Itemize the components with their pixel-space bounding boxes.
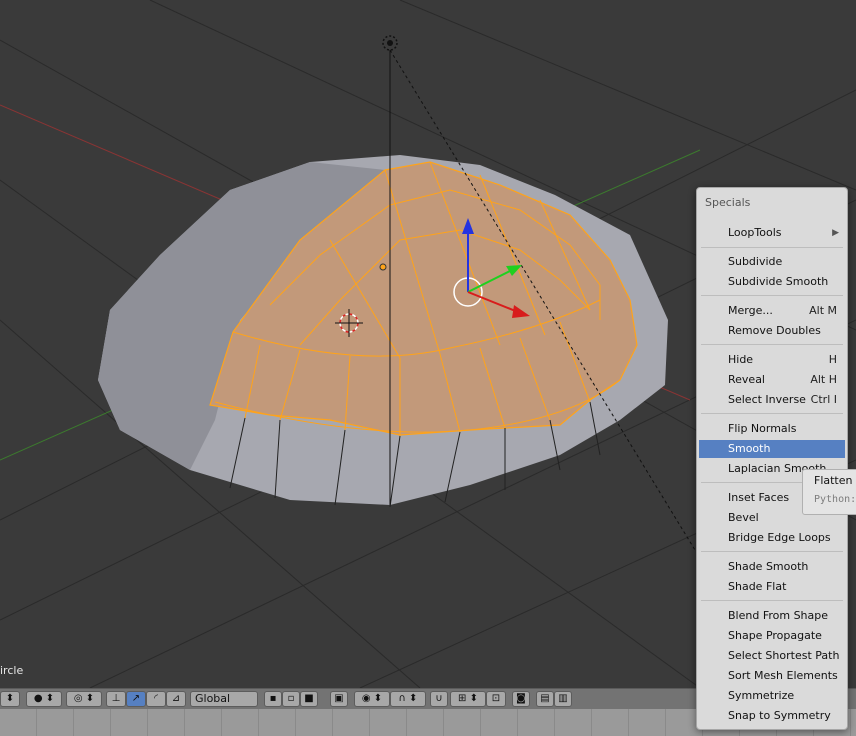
translate-arrow-icon: ↗	[131, 693, 141, 704]
tooltip: Flatten a Python:	[802, 469, 856, 515]
menu-item-snap-to-symmetry[interactable]: Snap to Symmetry	[699, 707, 845, 725]
tooltip-description: Flatten a	[814, 474, 856, 487]
menu-item-subdivide-smooth[interactable]: Subdivide Smooth	[699, 273, 845, 291]
menu-separator	[701, 413, 843, 414]
snap-target-button[interactable]: ⊡	[486, 691, 506, 707]
menu-item-flip-normals[interactable]: Flip Normals	[699, 420, 845, 438]
snap-toggle[interactable]: ∪	[430, 691, 448, 707]
render-still-button[interactable]: ▤	[536, 691, 554, 707]
camera-icon: ▤	[540, 693, 550, 704]
submenu-arrow-icon: ▶	[832, 228, 839, 238]
rotate-arc-icon: ◜	[154, 693, 158, 704]
proportional-icon: ◉ ⬍	[361, 693, 383, 704]
rotate-manipulator-button[interactable]: ◜	[146, 691, 166, 707]
menu-item-shade-smooth[interactable]: Shade Smooth	[699, 558, 845, 576]
menu-item-select-shortest-path[interactable]: Select Shortest Path	[699, 647, 845, 665]
menu-separator	[701, 247, 843, 248]
pivot-point-selector[interactable]: ◎ ⬍	[66, 691, 102, 707]
tooltip-python: Python:	[814, 494, 856, 505]
vertex-select-mode-button[interactable]: ▪	[264, 691, 282, 707]
menu-separator	[701, 344, 843, 345]
mode-selector[interactable]: ⬍	[0, 691, 20, 707]
menu-item-hide[interactable]: Hide H	[699, 351, 845, 369]
menu-item-blend-from-shape[interactable]: Blend From Shape	[699, 607, 845, 625]
object-origin-dot	[379, 263, 387, 271]
menu-title: Specials	[705, 196, 751, 209]
menu-item-sort-mesh-elements[interactable]: Sort Mesh Elements	[699, 667, 845, 685]
menu-item-merge[interactable]: Merge... Alt M	[699, 302, 845, 320]
menu-item-looptools[interactable]: LoopTools ▶	[699, 224, 845, 242]
opengl-render-button[interactable]: ◙	[512, 691, 530, 707]
snap-target-icon: ⊡	[491, 693, 501, 704]
manipulator-toggle[interactable]: ⊥	[106, 691, 126, 707]
menu-item-shade-flat[interactable]: Shade Flat	[699, 578, 845, 596]
menu-item-shape-propagate[interactable]: Shape Propagate	[699, 627, 845, 645]
solid-shading-icon: ● ⬍	[33, 693, 55, 704]
vertex-icon: ▪	[269, 693, 277, 704]
snap-increment-icon: ⊞ ⬍	[458, 693, 478, 704]
translate-manipulator-button[interactable]: ↗	[126, 691, 146, 707]
pivot-icon: ◎ ⬍	[73, 693, 95, 704]
falloff-selector[interactable]: ∩ ⬍	[390, 691, 426, 707]
menu-item-smooth[interactable]: Smooth	[699, 440, 845, 458]
proportional-editing-selector[interactable]: ◉ ⬍	[354, 691, 390, 707]
edge-icon: ▫	[287, 693, 295, 704]
render-icon: ◙	[516, 693, 526, 704]
scale-icon: ⊿	[171, 693, 181, 704]
manipulator-icon: ⊥	[111, 693, 121, 704]
falloff-curve-icon: ∩ ⬍	[398, 693, 418, 704]
magnet-icon: ∪	[435, 693, 443, 704]
menu-item-reveal[interactable]: Reveal Alt H	[699, 371, 845, 389]
specials-menu: Specials LoopTools ▶ Subdivide Subdivide …	[696, 187, 848, 730]
menu-separator	[701, 600, 843, 601]
menu-item-bridge-edge-loops[interactable]: Bridge Edge Loops	[699, 529, 845, 547]
clapperboard-icon: ▥	[558, 693, 568, 704]
transform-orientation-dropdown[interactable]: Global	[190, 691, 258, 707]
menu-item-symmetrize[interactable]: Symmetrize	[699, 687, 845, 705]
menu-separator	[701, 295, 843, 296]
menu-item-subdivide[interactable]: Subdivide	[699, 253, 845, 271]
occlude-icon: ▣	[334, 693, 344, 704]
stepper-icon: ⬍	[5, 693, 15, 704]
face-select-mode-button[interactable]: ■	[300, 691, 318, 707]
menu-separator	[701, 551, 843, 552]
render-animation-button[interactable]: ▥	[554, 691, 572, 707]
object-name-label: ircle	[0, 664, 24, 677]
limit-selection-button[interactable]: ▣	[330, 691, 348, 707]
scale-manipulator-button[interactable]: ⊿	[166, 691, 186, 707]
menu-item-select-inverse[interactable]: Select Inverse Ctrl I	[699, 391, 845, 409]
snap-element-selector[interactable]: ⊞ ⬍	[450, 691, 486, 707]
menu-item-remove-doubles[interactable]: Remove Doubles	[699, 322, 845, 340]
face-icon: ■	[304, 693, 314, 704]
edge-select-mode-button[interactable]: ▫	[282, 691, 300, 707]
viewport-shading-selector[interactable]: ● ⬍	[26, 691, 62, 707]
